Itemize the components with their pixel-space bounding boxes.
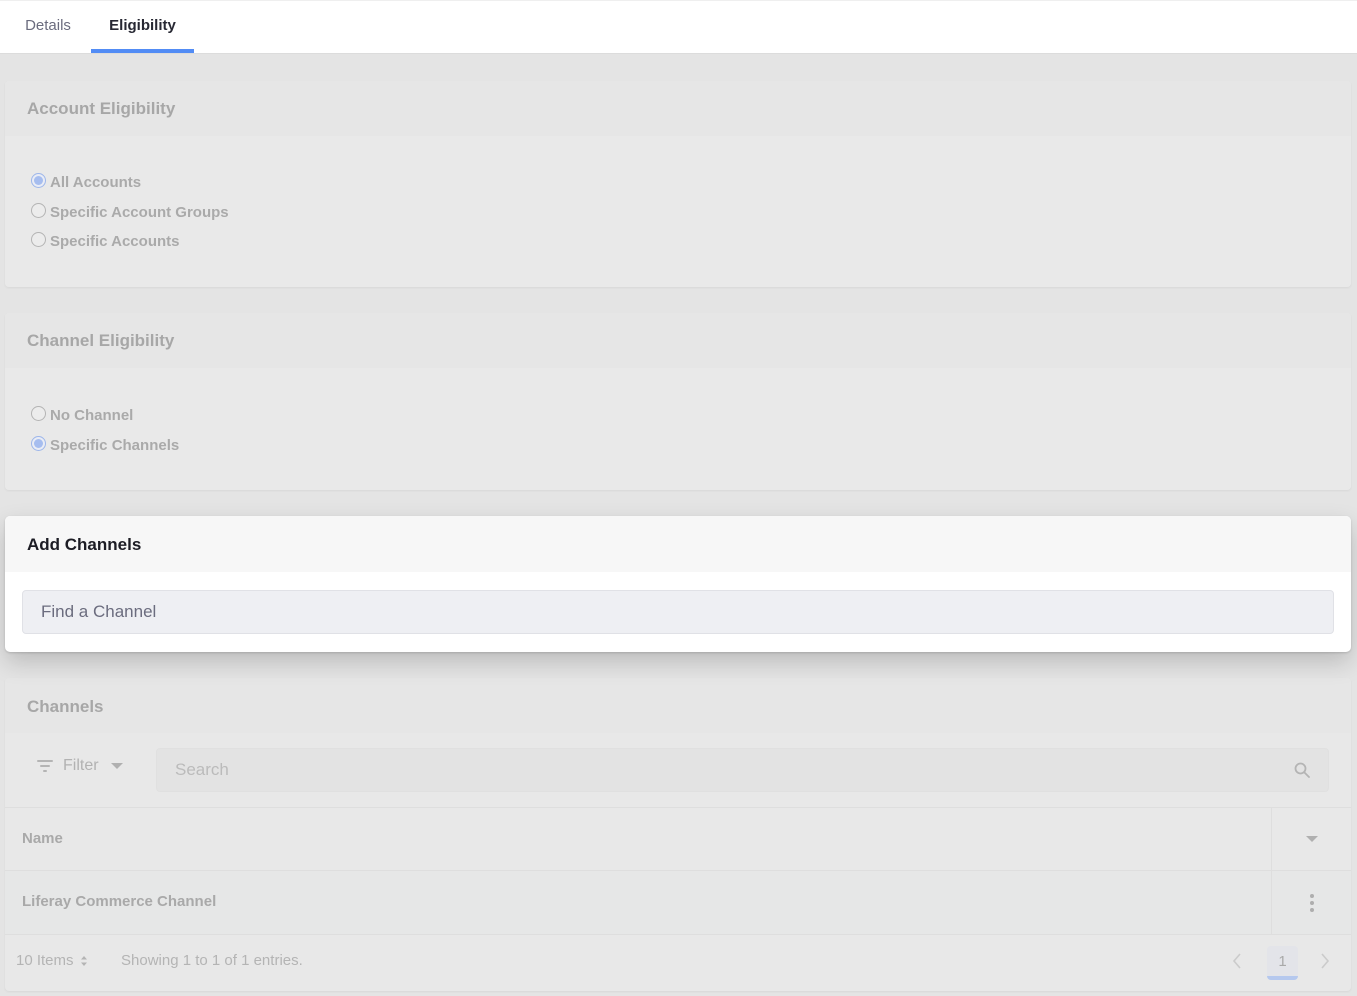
table-header-row: Name [5, 808, 1351, 871]
chevron-right-icon[interactable] [1319, 952, 1331, 970]
find-channel-input[interactable] [22, 590, 1334, 634]
filter-button[interactable]: Filter [37, 746, 123, 786]
radio-button[interactable] [31, 173, 46, 189]
radio-option-specific-accounts[interactable]: Specific Accounts [5, 227, 1351, 257]
filter-icon [37, 760, 53, 772]
card-title: Account Eligibility [5, 81, 1351, 136]
caret-down-icon [110, 763, 123, 769]
tab-eligibility[interactable]: Eligibility [91, 1, 194, 53]
radio-option-specific-account-groups[interactable]: Specific Account Groups [5, 198, 1351, 228]
radio-label: No Channel [50, 407, 134, 425]
card-title: Channel Eligibility [5, 313, 1351, 368]
search-input[interactable] [157, 749, 1328, 791]
radio-option-all-accounts[interactable]: All Accounts [5, 168, 1351, 198]
sort-icon [80, 955, 87, 966]
kebab-icon [1309, 893, 1314, 912]
items-per-page-select[interactable]: 10 Items [16, 952, 88, 969]
radio-label: Specific Channels [50, 436, 180, 454]
account-eligibility-card: Account Eligibility All Accounts Specifi… [5, 81, 1351, 287]
pagination-bar: 10 Items Showing 1 to 1 of 1 entries. 1 [5, 935, 1351, 990]
chevron-left-icon[interactable] [1231, 952, 1243, 970]
channel-eligibility-card: Channel Eligibility No Channel Specific … [5, 313, 1351, 490]
search-box [156, 748, 1329, 792]
caret-down-icon [1305, 836, 1318, 842]
page-button-current[interactable]: 1 [1267, 946, 1298, 980]
card-title: Add Channels [5, 516, 1351, 572]
management-toolbar: Filter [5, 733, 1351, 808]
radio-option-no-channel[interactable]: No Channel [5, 401, 1351, 431]
radio-group: No Channel Specific Channels [5, 368, 1351, 490]
channels-card: Channels Filter Name Liferay Commerce Ch… [5, 678, 1351, 991]
column-menu-button[interactable] [1271, 808, 1351, 870]
table-row: Liferay Commerce Channel [5, 871, 1351, 935]
radio-button[interactable] [31, 435, 46, 451]
pagination-summary: Showing 1 to 1 of 1 entries. [121, 952, 303, 969]
radio-button[interactable] [31, 406, 46, 422]
add-channels-card: Add Channels [5, 516, 1351, 652]
filter-label: Filter [63, 757, 99, 774]
radio-group: All Accounts Specific Account Groups Spe… [5, 136, 1351, 287]
radio-button[interactable] [31, 232, 46, 248]
items-per-page-label: 10 Items [16, 952, 74, 969]
card-title: Channels [5, 678, 1351, 733]
radio-label: Specific Account Groups [50, 203, 229, 221]
radio-option-specific-channels[interactable]: Specific Channels [5, 431, 1351, 461]
column-header-name[interactable]: Name [22, 808, 63, 870]
radio-button[interactable] [31, 202, 46, 218]
tab-bar: Details Eligibility [0, 1, 1357, 54]
channel-name: Liferay Commerce Channel [22, 893, 217, 910]
row-actions-button[interactable] [1271, 871, 1351, 934]
radio-label: Specific Accounts [50, 233, 180, 251]
radio-label: All Accounts [50, 174, 142, 192]
tab-details[interactable]: Details [10, 1, 86, 53]
search-icon[interactable] [1294, 762, 1310, 778]
